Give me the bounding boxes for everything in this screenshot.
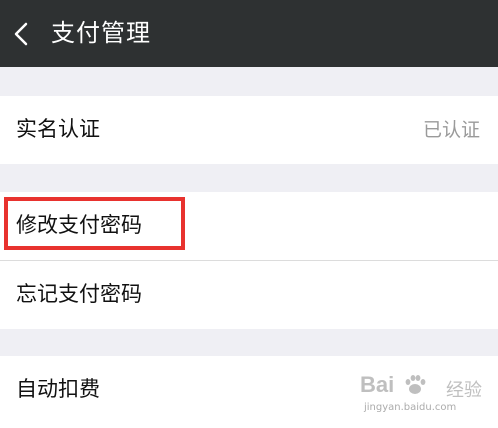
list-item-forgot-password[interactable]: 忘记支付密码 bbox=[0, 261, 498, 329]
page-title: 支付管理 bbox=[51, 19, 151, 47]
status-value: 已认证 bbox=[422, 119, 480, 141]
watermark-logo-suffix: 经验 bbox=[446, 380, 482, 401]
paw-icon bbox=[405, 375, 426, 394]
list-item-real-name-auth[interactable]: 实名认证 已认证 bbox=[0, 96, 498, 164]
list-item-label: 实名认证 bbox=[16, 117, 100, 141]
settings-group-identity: 实名认证 已认证 bbox=[0, 96, 498, 164]
highlight-box bbox=[4, 197, 185, 250]
list-item-label: 忘记支付密码 bbox=[16, 282, 142, 306]
chevron-left-icon[interactable] bbox=[11, 21, 33, 47]
watermark: Bai 经验 jingyan.baidu.com bbox=[360, 372, 486, 420]
watermark-url: jingyan.baidu.com bbox=[364, 402, 457, 413]
title-bar: 支付管理 bbox=[0, 0, 498, 67]
watermark-logo-text: Bai bbox=[360, 372, 395, 397]
list-item-label: 自动扣费 bbox=[16, 377, 100, 401]
